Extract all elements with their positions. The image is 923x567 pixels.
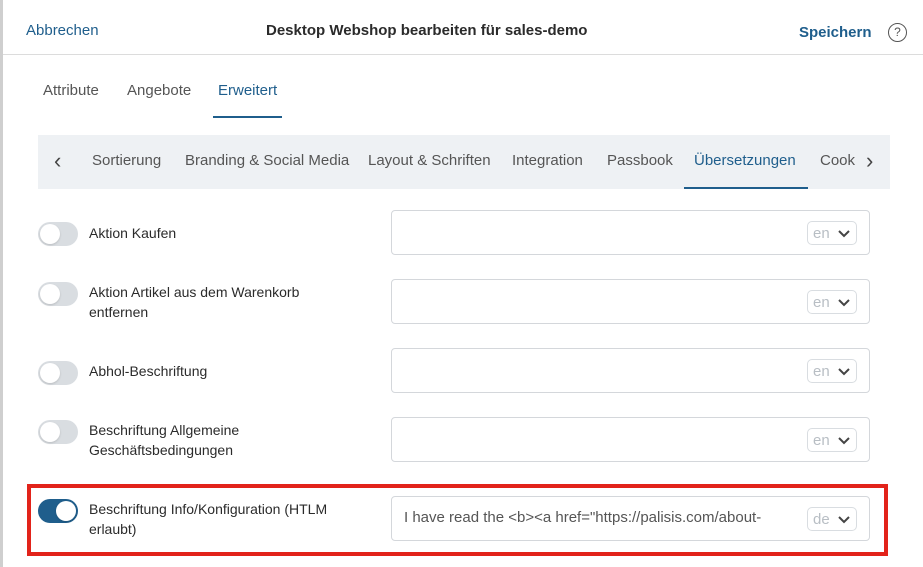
tab-attribute[interactable]: Attribute	[43, 82, 99, 99]
toggle-knob	[40, 224, 60, 244]
save-button[interactable]: Speichern	[799, 24, 872, 41]
page-title: Desktop Webshop bearbeiten für sales-dem…	[266, 22, 588, 39]
tab-angebote[interactable]: Angebote	[127, 82, 191, 99]
row-label: Aktion Artikel aus dem Warenkorb entfern…	[89, 284, 300, 320]
row-label: Beschriftung Allgemeine Geschäftsbedingu…	[89, 422, 240, 458]
chevron-down-icon	[836, 430, 852, 450]
chevron-down-icon	[836, 223, 852, 243]
help-icon[interactable]: ?	[888, 23, 907, 42]
translation-row: Beschriftung Allgemeine Geschäftsbedingu…	[38, 417, 878, 463]
subnav-item-integration[interactable]: Integration	[512, 152, 583, 169]
row-label: Abhol-Beschriftung	[89, 363, 208, 379]
chevron-down-icon	[836, 361, 852, 381]
highlight-box	[27, 484, 888, 556]
translation-input[interactable]: en	[391, 348, 870, 393]
tab-erweitert[interactable]: Erweitert	[218, 82, 277, 99]
language-select[interactable]: en	[807, 359, 857, 383]
subnav-bar: ‹ Sortierung Branding & Social Media Lay…	[38, 135, 890, 189]
toggle-knob	[40, 363, 60, 383]
translation-input[interactable]: en	[391, 210, 870, 255]
cancel-button[interactable]: Abbrechen	[26, 22, 99, 39]
subnav-item-sortierung[interactable]: Sortierung	[92, 152, 161, 169]
language-code: en	[813, 432, 830, 449]
translation-row: Aktion Kaufen en	[38, 210, 878, 256]
translation-input[interactable]: en	[391, 279, 870, 324]
active-tab-indicator	[213, 116, 282, 118]
subnav-item-layout[interactable]: Layout & Schriften	[368, 152, 491, 169]
subnav-items: Sortierung Branding & Social Media Layou…	[92, 135, 855, 189]
language-select[interactable]: en	[807, 221, 857, 245]
active-subnav-indicator	[684, 187, 808, 189]
language-code: en	[813, 225, 830, 242]
subnav-item-passbook[interactable]: Passbook	[607, 152, 673, 169]
toggle-switch[interactable]	[38, 361, 78, 385]
toggle-knob	[40, 422, 60, 442]
translation-input[interactable]: en	[391, 417, 870, 462]
language-select[interactable]: en	[807, 428, 857, 452]
header-bar: Abbrechen Desktop Webshop bearbeiten für…	[3, 0, 923, 55]
toggle-switch[interactable]	[38, 420, 78, 444]
translation-row: Aktion Artikel aus dem Warenkorb entfern…	[38, 279, 878, 325]
toggle-knob	[40, 284, 60, 304]
translation-row: Abhol-Beschriftung en	[38, 348, 878, 394]
toggle-switch[interactable]	[38, 282, 78, 306]
chevron-right-icon[interactable]: ›	[866, 149, 873, 173]
chevron-left-icon[interactable]: ‹	[54, 149, 61, 173]
window-edge	[0, 0, 3, 567]
toggle-switch[interactable]	[38, 222, 78, 246]
language-code: en	[813, 294, 830, 311]
language-select[interactable]: en	[807, 290, 857, 314]
subnav-item-uebersetzungen[interactable]: Übersetzungen	[694, 152, 796, 169]
main-tabs: Attribute Angebote Erweitert	[40, 72, 340, 118]
row-label: Aktion Kaufen	[89, 225, 177, 241]
chevron-down-icon	[836, 292, 852, 312]
subnav-item-branding[interactable]: Branding & Social Media	[185, 152, 349, 169]
subnav-item-cookie[interactable]: Cookie	[820, 152, 855, 169]
language-code: en	[813, 363, 830, 380]
